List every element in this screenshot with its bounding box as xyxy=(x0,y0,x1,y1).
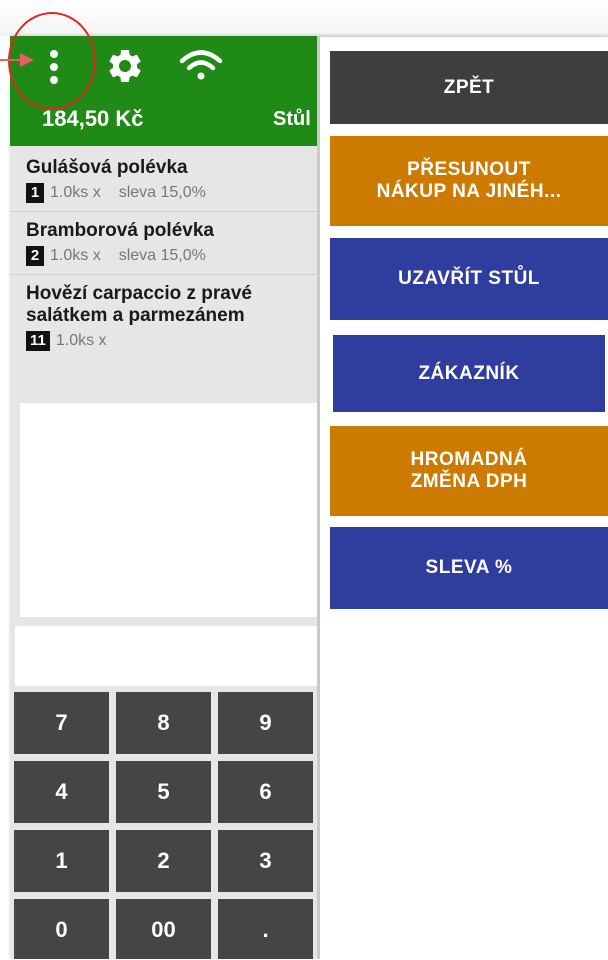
key-1[interactable]: 1 xyxy=(14,830,109,892)
key-0[interactable]: 0 xyxy=(14,899,109,959)
key-5[interactable]: 5 xyxy=(116,761,211,823)
item-number-badge: 1 xyxy=(26,183,44,203)
discount-percent-label: SLEVA % xyxy=(425,557,513,578)
item-meta: 1 1.0ks x sleva 15,0% xyxy=(26,183,307,203)
customer-label: ZÁKAZNÍK xyxy=(418,362,520,384)
item-name: Gulášová polévka xyxy=(26,157,188,178)
item-discount: sleva 15,0% xyxy=(118,247,206,264)
order-items-list: Gulášová polévka 1 1.0ks x sleva 15,0% Bra… xyxy=(10,149,317,359)
order-total: 184,50 Kč xyxy=(42,106,144,131)
item-meta: 11 1.0ks x xyxy=(26,331,307,351)
item-name: Hovězí carpaccio z pravé xyxy=(26,283,252,304)
order-item[interactable]: Bramborová polévka 2 1.0ks x sleva 15,0% xyxy=(10,212,317,275)
bulk-vat-change-button[interactable]: HROMADNÁ ZMĚNA DPH xyxy=(330,426,608,516)
item-quantity: 1.0ks x xyxy=(50,184,101,201)
top-background xyxy=(0,0,608,36)
order-empty-area xyxy=(20,403,317,617)
key-3[interactable]: 3 xyxy=(218,830,313,892)
key-2[interactable]: 2 xyxy=(116,830,211,892)
bulk-vat-label-line2: ZMĚNA DPH xyxy=(410,471,528,492)
item-meta: 2 1.0ks x sleva 15,0% xyxy=(26,246,307,266)
back-button[interactable]: ZPĚT xyxy=(330,51,608,124)
item-quantity: 1.0ks x xyxy=(55,332,107,349)
item-number-badge: 11 xyxy=(26,331,50,351)
back-button-label: ZPĚT xyxy=(443,76,495,98)
move-purchase-label-line1: PŘESUNOUT xyxy=(407,159,531,180)
annotation-arrow-line xyxy=(0,59,22,61)
key-7[interactable]: 7 xyxy=(14,692,109,754)
discount-percent-button[interactable]: SLEVA % xyxy=(330,527,608,609)
wifi-icon xyxy=(178,46,224,86)
item-name-line2: salátkem a parmezánem xyxy=(26,305,245,326)
order-item[interactable]: Gulášová polévka 1 1.0ks x sleva 15,0% xyxy=(10,149,317,212)
key-6[interactable]: 6 xyxy=(218,761,313,823)
close-table-button[interactable]: UZAVŘÍT STŮL xyxy=(330,238,608,320)
order-panel: 184,50 Kč Stůl Gulášová polévka 1 1.0ks x… xyxy=(10,36,320,959)
item-name: Bramborová polévka xyxy=(26,220,214,241)
key-4[interactable]: 4 xyxy=(14,761,109,823)
annotation-arrow-icon xyxy=(20,53,34,67)
move-purchase-button[interactable]: PŘESUNOUT NÁKUP NA JINÉH... xyxy=(330,136,608,226)
order-item[interactable]: Hovězí carpaccio z pravé salátkem a parm… xyxy=(10,275,317,359)
key-9[interactable]: 9 xyxy=(218,692,313,754)
move-purchase-label-line2: NÁKUP NA JINÉH... xyxy=(376,181,562,202)
customer-button[interactable]: ZÁKAZNÍK xyxy=(333,335,605,412)
item-quantity: 1.0ks x xyxy=(50,247,101,264)
key-decimal[interactable]: . xyxy=(218,899,313,959)
table-label[interactable]: Stůl xyxy=(273,108,311,131)
key-8[interactable]: 8 xyxy=(116,692,211,754)
quantity-input[interactable] xyxy=(15,626,317,686)
item-discount: sleva 15,0% xyxy=(118,184,206,201)
close-table-label: UZAVŘÍT STŮL xyxy=(398,268,540,289)
gear-icon[interactable] xyxy=(105,46,145,86)
bulk-vat-label-line1: HROMADNÁ xyxy=(410,449,528,470)
key-00[interactable]: 00 xyxy=(116,899,211,959)
item-number-badge: 2 xyxy=(26,246,44,266)
